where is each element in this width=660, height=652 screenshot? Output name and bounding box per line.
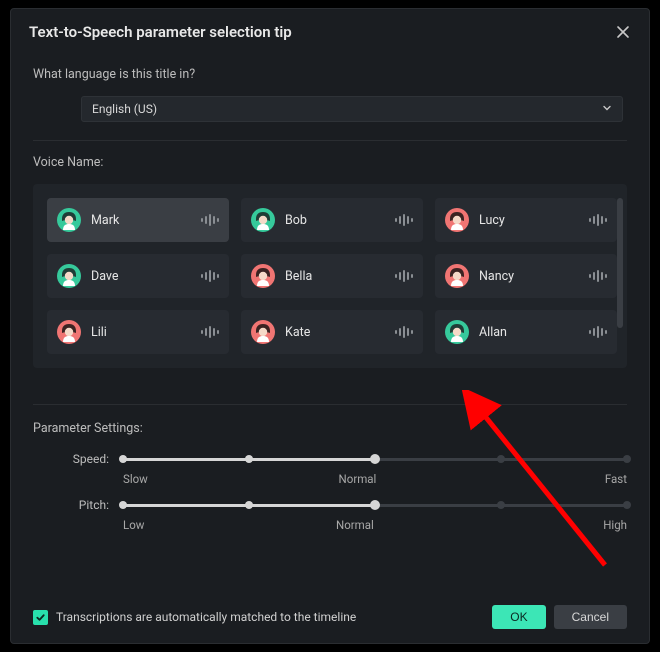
divider	[33, 404, 627, 405]
voice-panel: Mark Bob Lucy Dave Bella Nancy Lili Kate	[33, 184, 627, 368]
waveform-icon	[201, 214, 219, 226]
tts-modal: Text-to-Speech parameter selection tip W…	[10, 8, 650, 644]
close-icon[interactable]	[615, 24, 631, 40]
waveform-icon	[201, 326, 219, 338]
cancel-button[interactable]: Cancel	[554, 605, 627, 629]
avatar	[57, 208, 81, 232]
pitch-label: Pitch:	[33, 498, 123, 512]
transcription-check-row: Transcriptions are automatically matched…	[33, 610, 484, 625]
voice-card[interactable]: Bob	[241, 198, 423, 242]
avatar	[57, 264, 81, 288]
voice-section-label: Voice Name:	[33, 155, 627, 170]
avatar	[251, 208, 275, 232]
voice-card[interactable]: Mark	[47, 198, 229, 242]
waveform-icon	[395, 270, 413, 282]
params-label: Parameter Settings:	[33, 421, 627, 436]
voice-name: Kate	[285, 325, 395, 340]
pitch-row: Pitch:	[33, 496, 627, 514]
voice-card[interactable]: Kate	[241, 310, 423, 354]
pitch-slider[interactable]	[123, 496, 627, 514]
waveform-icon	[395, 326, 413, 338]
voice-name: Bella	[285, 269, 395, 284]
pitch-tick-labels: Low Normal High	[123, 518, 627, 532]
avatar	[251, 264, 275, 288]
ok-button[interactable]: OK	[492, 605, 545, 629]
chevron-down-icon	[602, 102, 612, 116]
divider	[33, 140, 627, 141]
waveform-icon	[589, 326, 607, 338]
avatar	[251, 320, 275, 344]
voice-name: Bob	[285, 213, 395, 228]
speed-row: Speed:	[33, 450, 627, 468]
waveform-icon	[395, 214, 413, 226]
transcription-checkbox[interactable]	[33, 610, 48, 625]
transcription-label: Transcriptions are automatically matched…	[56, 610, 356, 624]
avatar	[57, 320, 81, 344]
speed-slider[interactable]	[123, 450, 627, 468]
voice-card[interactable]: Allan	[435, 310, 617, 354]
voice-name: Mark	[91, 213, 201, 228]
voice-name: Lucy	[479, 213, 589, 228]
voice-card[interactable]: Lili	[47, 310, 229, 354]
modal-body: What language is this title in? English …	[11, 51, 649, 601]
voice-card[interactable]: Dave	[47, 254, 229, 298]
language-value: English (US)	[92, 102, 157, 116]
voice-card[interactable]: Nancy	[435, 254, 617, 298]
voice-card[interactable]: Bella	[241, 254, 423, 298]
language-select[interactable]: English (US)	[81, 96, 623, 122]
voice-card[interactable]: Lucy	[435, 198, 617, 242]
voice-grid: Mark Bob Lucy Dave Bella Nancy Lili Kate	[47, 198, 617, 354]
avatar	[445, 264, 469, 288]
voice-name: Nancy	[479, 269, 589, 284]
voice-name: Lili	[91, 325, 201, 340]
voice-name: Allan	[479, 325, 589, 340]
modal-title: Text-to-Speech parameter selection tip	[29, 23, 292, 41]
avatar	[445, 320, 469, 344]
avatar	[445, 208, 469, 232]
speed-label: Speed:	[33, 452, 123, 466]
scrollbar[interactable]	[617, 198, 623, 328]
waveform-icon	[589, 270, 607, 282]
voice-name: Dave	[91, 269, 201, 284]
waveform-icon	[201, 270, 219, 282]
language-question: What language is this title in?	[33, 67, 627, 82]
modal-footer: Transcriptions are automatically matched…	[11, 601, 649, 643]
speed-tick-labels: Slow Normal Fast	[123, 472, 627, 486]
modal-header: Text-to-Speech parameter selection tip	[11, 9, 649, 51]
waveform-icon	[589, 214, 607, 226]
